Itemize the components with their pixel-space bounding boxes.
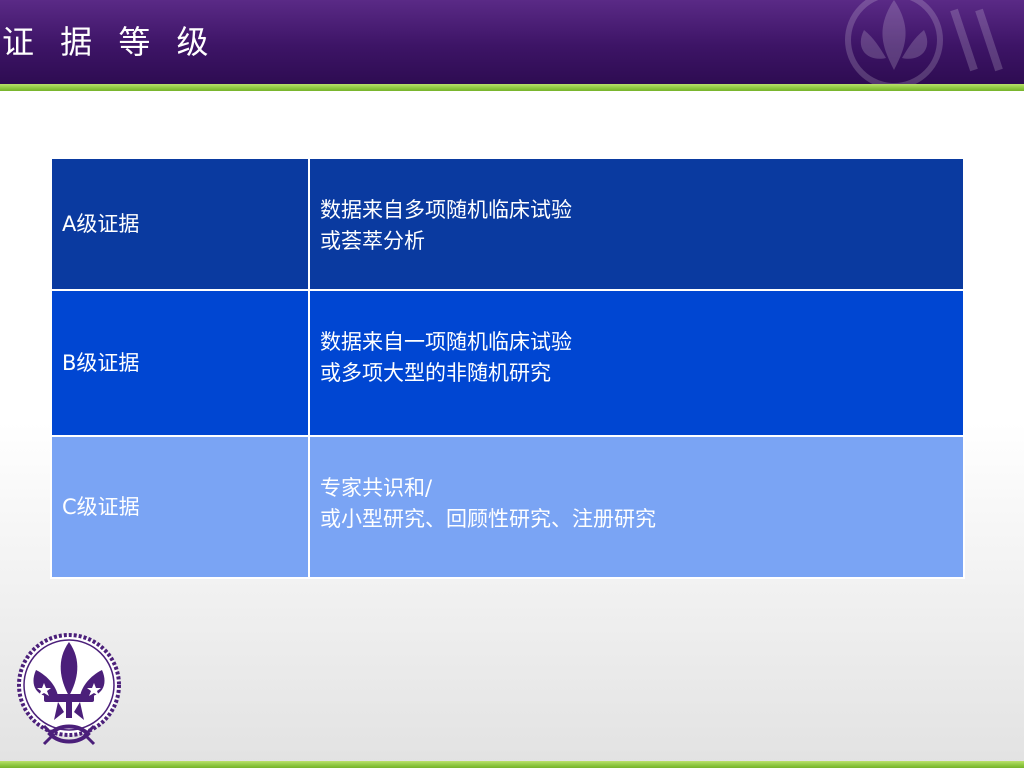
grade-label-cell: B级证据 (50, 289, 310, 437)
table-row-grade-b: B级证据 数据来自一项随机临床试验 或多项大型的非随机研究 (50, 289, 965, 437)
grade-description-cell: 数据来自一项随机临床试验 或多项大型的非随机研究 (308, 289, 965, 437)
grade-label-cell: C级证据 (50, 435, 310, 579)
slide: 证 据 等 级 A级证据 数据来自多项随机临床试验 或荟萃分析 B级证据 数据来… (0, 0, 1024, 768)
grade-description-cell: 数据来自多项随机临床试验 或荟萃分析 (308, 157, 965, 291)
evidence-grade-table: A级证据 数据来自多项随机临床试验 或荟萃分析 B级证据 数据来自一项随机临床试… (50, 157, 965, 579)
description-line-1: 专家共识和/ (320, 476, 433, 500)
description-line-2: 或小型研究、回顾性研究、注册研究 (320, 507, 656, 531)
description-line-1: 数据来自一项随机临床试验 (320, 330, 572, 354)
grade-label: C级证据 (62, 494, 140, 519)
grade-label-cell: A级证据 (50, 157, 310, 291)
description-line-1: 数据来自多项随机临床试验 (320, 198, 572, 222)
grade-label: A级证据 (62, 211, 140, 236)
description-line-2: 或多项大型的非随机研究 (320, 361, 551, 385)
table-row-grade-c: C级证据 专家共识和/ 或小型研究、回顾性研究、注册研究 (50, 435, 965, 579)
fleur-de-lis-emblem-icon (17, 633, 121, 746)
top-accent-bar (0, 84, 1024, 91)
grade-description-cell: 专家共识和/ 或小型研究、回顾性研究、注册研究 (308, 435, 965, 579)
table-row-grade-a: A级证据 数据来自多项随机临床试验 或荟萃分析 (50, 157, 965, 291)
slide-title: 证 据 等 级 (2, 23, 217, 61)
header-bar: 证 据 等 级 (0, 0, 1024, 84)
bottom-accent-bar (0, 761, 1024, 768)
fleur-de-lis-watermark-icon (845, 0, 1003, 84)
grade-label: B级证据 (62, 350, 140, 375)
description-line-2: 或荟萃分析 (320, 229, 425, 253)
